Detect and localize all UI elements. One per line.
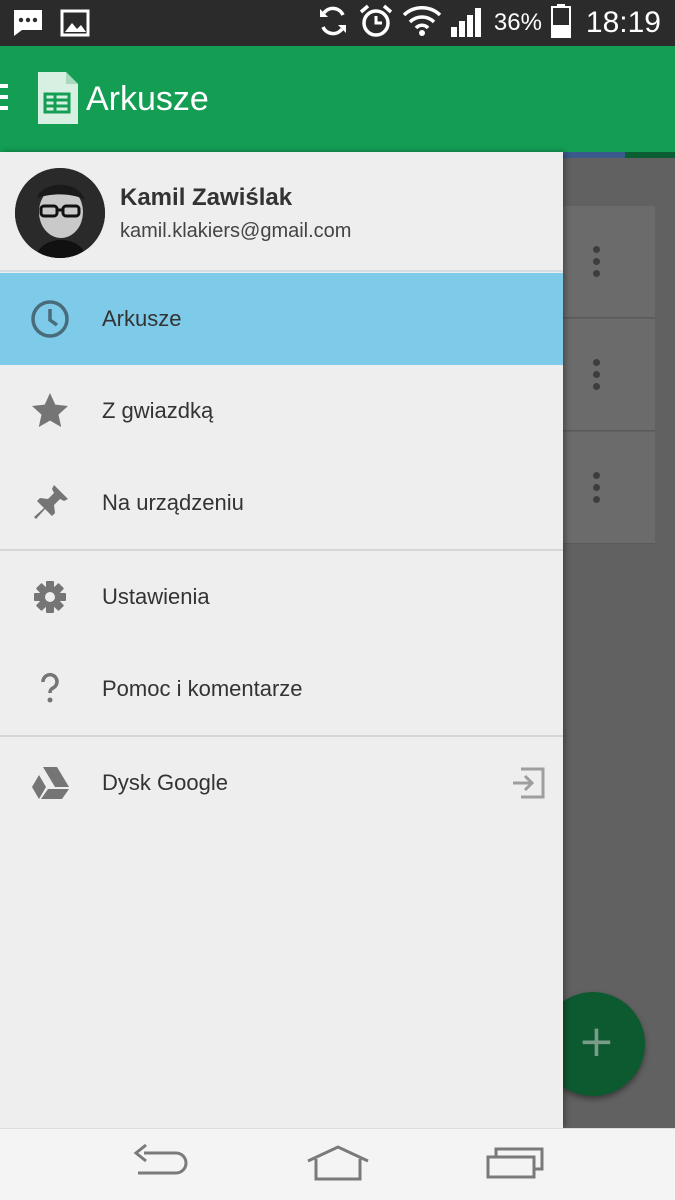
app-bar: Arkusze xyxy=(0,46,675,152)
account-header[interactable]: Kamil Zawiślak kamil.klakiers@gmail.com xyxy=(0,152,563,272)
drawer-item-label: Na urządzeniu xyxy=(102,490,244,515)
user-email: kamil.klakiers@gmail.com xyxy=(120,220,352,242)
user-name: Kamil Zawiślak xyxy=(120,184,293,211)
menu-icon[interactable] xyxy=(0,84,8,114)
back-icon[interactable] xyxy=(130,1143,190,1188)
more-options-icon[interactable] xyxy=(593,246,601,282)
drawer-item-label: Pomoc i komentarze xyxy=(102,676,303,701)
open-external-icon xyxy=(511,767,545,804)
background-tab-indicator xyxy=(563,152,625,158)
background-file-card xyxy=(563,432,655,544)
drawer-item-label: Arkusze xyxy=(102,306,182,331)
alarm-icon xyxy=(358,3,394,44)
drawer-item-on-device[interactable]: Na urządzeniu xyxy=(0,457,563,549)
status-bar: 36% 18:19 xyxy=(0,0,675,46)
background-tab-indicator-secondary xyxy=(625,152,675,158)
battery-percent: 36% xyxy=(493,9,542,36)
more-options-icon[interactable] xyxy=(593,472,601,508)
star-icon xyxy=(30,391,70,431)
drawer-item-arkusze[interactable]: Arkusze xyxy=(0,273,563,365)
gear-icon xyxy=(30,577,70,617)
signal-icon xyxy=(450,5,486,42)
background-file-card xyxy=(563,206,655,318)
message-notification-icon xyxy=(12,8,44,43)
system-navigation-bar xyxy=(0,1128,675,1200)
help-icon xyxy=(30,669,70,709)
avatar xyxy=(15,168,105,258)
app-title: Arkusze xyxy=(86,80,209,118)
drawer-item-google-drive[interactable]: Dysk Google xyxy=(0,737,563,829)
plus-icon: + xyxy=(578,1016,615,1067)
clock-icon xyxy=(30,299,70,339)
battery-icon xyxy=(550,3,572,44)
pin-icon xyxy=(30,483,70,523)
image-notification-icon xyxy=(60,8,90,43)
drawer-item-settings[interactable]: Ustawienia xyxy=(0,551,563,643)
drawer-item-help[interactable]: Pomoc i komentarze xyxy=(0,643,563,735)
clock-time: 18:19 xyxy=(585,6,661,39)
background-file-card xyxy=(563,319,655,431)
more-options-icon[interactable] xyxy=(593,359,601,395)
wifi-icon xyxy=(402,5,442,42)
sync-icon xyxy=(316,4,350,43)
drawer-item-label: Z gwiazdką xyxy=(102,398,214,423)
recents-icon[interactable] xyxy=(484,1143,546,1188)
drawer-item-label: Dysk Google xyxy=(102,770,228,795)
drawer-item-label: Ustawienia xyxy=(102,584,210,609)
home-icon[interactable] xyxy=(305,1143,371,1188)
sheets-logo-icon xyxy=(36,72,78,129)
navigation-drawer: Kamil Zawiślak kamil.klakiers@gmail.com … xyxy=(0,152,563,1128)
drawer-item-starred[interactable]: Z gwiazdką xyxy=(0,365,563,457)
drive-icon xyxy=(30,763,70,803)
